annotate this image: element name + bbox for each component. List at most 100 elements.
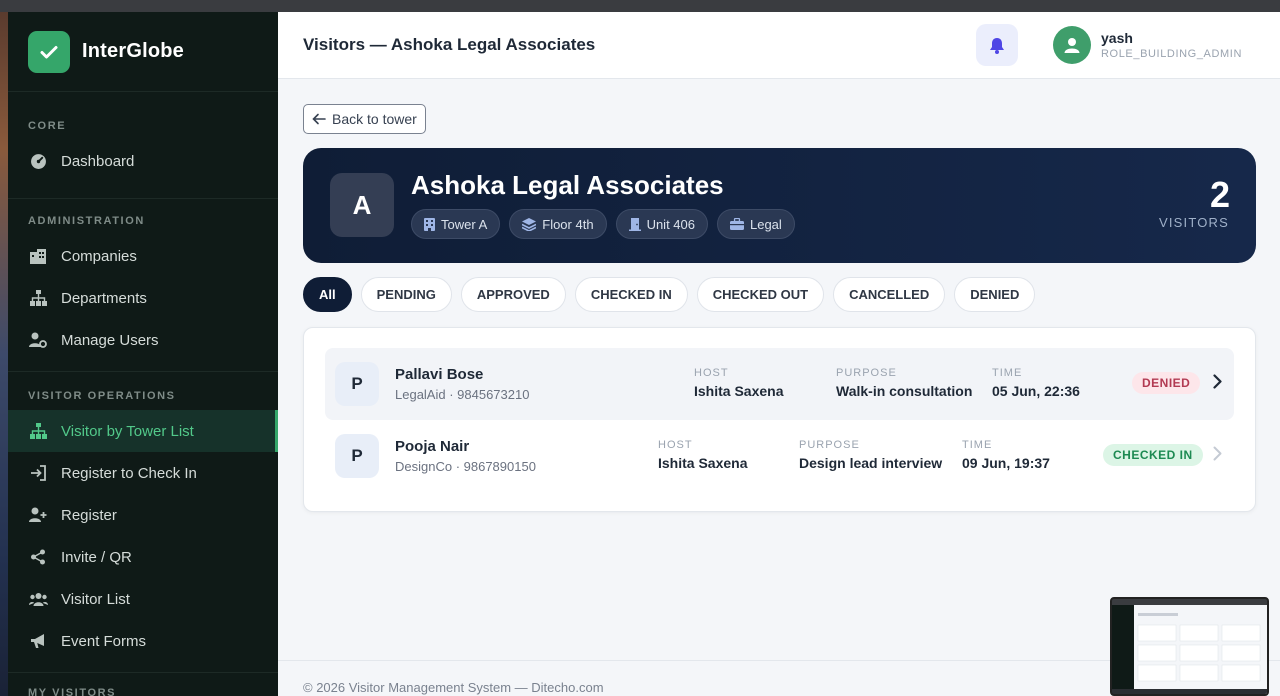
visitor-name: Pooja Nair — [395, 438, 470, 455]
section-title-core: CORE — [28, 120, 67, 132]
user-role: ROLE_BUILDING_ADMIN — [1101, 48, 1242, 60]
share-icon — [28, 547, 48, 567]
sidebar-divider — [8, 672, 278, 673]
chevron-right-icon[interactable] — [1213, 374, 1222, 389]
filter-pending[interactable]: PENDING — [360, 277, 452, 312]
host-value: Ishita Saxena — [694, 383, 784, 399]
footer-text: © 2026 Visitor Management System — Ditec… — [303, 680, 604, 695]
main-content: Visitors — Ashoka Legal Associates yash … — [278, 12, 1280, 696]
time-value: 05 Jun, 22:36 — [992, 383, 1080, 399]
sidebar-item-register-to-check-in[interactable]: Register to Check In — [8, 452, 278, 494]
visitor-list: P Pallavi Bose LegalAid · 9845673210 HOS… — [303, 327, 1256, 512]
chip-tower: Tower A — [411, 209, 501, 239]
door-icon — [628, 217, 641, 231]
sitemap-icon — [28, 421, 48, 441]
company-initial: A — [330, 173, 394, 237]
sidebar-item-invite-qr[interactable]: Invite / QR — [8, 536, 278, 578]
sidebar: InterGlobe CORE Dashboard ADMINISTRATION… — [8, 12, 278, 696]
status-badge: CHECKED IN — [1103, 444, 1203, 466]
bell-icon — [989, 37, 1005, 54]
building-icon — [28, 246, 48, 266]
sidebar-item-dashboard[interactable]: Dashboard — [8, 140, 278, 182]
building-icon — [424, 217, 435, 231]
user-plus-icon — [28, 505, 48, 525]
visitor-company-phone: DesignCo · 9867890150 — [395, 459, 536, 474]
sidebar-item-label: Visitor by Tower List — [61, 422, 194, 440]
visitor-count-label: VISITORS — [1158, 215, 1229, 230]
check-shield-icon — [28, 30, 70, 73]
visitor-company-phone: LegalAid · 9845673210 — [395, 387, 530, 402]
brand[interactable]: InterGlobe — [8, 12, 278, 92]
sidebar-item-label: Companies — [61, 247, 137, 265]
purpose-label: PURPOSE — [836, 367, 897, 379]
sidebar-divider — [8, 371, 278, 372]
status-filter-tabs: All PENDING APPROVED CHECKED IN CHECKED … — [303, 277, 1036, 312]
sidebar-item-companies[interactable]: Companies — [8, 235, 278, 277]
user-name[interactable]: yash — [1101, 30, 1133, 46]
back-button-label: Back to tower — [332, 111, 417, 127]
sidebar-divider — [8, 198, 278, 199]
sidebar-item-label: Event Forms — [61, 632, 147, 650]
notifications-button[interactable] — [976, 24, 1018, 66]
sidebar-item-label: Invite / QR — [61, 548, 132, 566]
chip-label: Legal — [749, 216, 782, 232]
time-value: 09 Jun, 19:37 — [962, 455, 1050, 471]
visitor-name: Pallavi Bose — [395, 366, 484, 383]
sidebar-item-event-forms[interactable]: Event Forms — [8, 620, 278, 662]
time-label: TIME — [992, 367, 1023, 379]
sidebar-item-manage-users[interactable]: Manage Users — [8, 319, 278, 361]
visitor-initial: P — [335, 434, 379, 478]
sign-in-icon — [28, 463, 48, 483]
list-item[interactable]: P Pooja Nair DesignCo · 9867890150 HOST … — [325, 420, 1234, 492]
company-banner: A Ashoka Legal Associates Tower A Floor … — [303, 148, 1256, 263]
chip-floor: Floor 4th — [509, 209, 607, 239]
back-to-tower-button[interactable]: Back to tower — [303, 104, 426, 134]
host-label: HOST — [658, 439, 693, 451]
status-badge: DENIED — [1132, 372, 1201, 394]
desktop-wallpaper — [0, 12, 8, 696]
section-title-administration: ADMINISTRATION — [28, 215, 145, 227]
user-gear-icon — [28, 330, 48, 350]
company-chips: Tower A Floor 4th Unit 406 Legal — [411, 209, 795, 239]
users-icon — [28, 589, 48, 609]
filter-checked-in[interactable]: CHECKED IN — [574, 277, 688, 312]
filter-approved[interactable]: APPROVED — [460, 277, 566, 312]
filter-denied[interactable]: DENIED — [954, 277, 1036, 312]
user-icon — [1064, 37, 1080, 54]
section-title-my-visitors: MY VISITORS — [28, 687, 117, 696]
sidebar-item-visitor-list[interactable]: Visitor List — [8, 578, 278, 620]
briefcase-icon — [729, 218, 744, 230]
sidebar-item-register[interactable]: Register — [8, 494, 278, 536]
page-title: Visitors — Ashoka Legal Associates — [303, 35, 596, 54]
visitor-count: 2 — [1209, 174, 1230, 215]
sidebar-item-label: Register — [61, 506, 117, 524]
layers-icon — [522, 217, 537, 231]
filter-checked-out[interactable]: CHECKED OUT — [696, 277, 825, 312]
sitemap-icon — [28, 288, 48, 308]
megaphone-icon — [28, 631, 48, 651]
top-bar: Visitors — Ashoka Legal Associates yash … — [278, 12, 1280, 79]
avatar[interactable] — [1053, 26, 1091, 64]
list-item[interactable]: P Pallavi Bose LegalAid · 9845673210 HOS… — [325, 348, 1234, 420]
sidebar-item-label: Register to Check In — [61, 464, 197, 482]
purpose-value: Walk-in consultation — [836, 383, 973, 399]
sidebar-item-label: Visitor List — [61, 590, 130, 608]
section-title-visitor-operations: VISITOR OPERATIONS — [28, 390, 176, 402]
host-value: Ishita Saxena — [658, 455, 748, 471]
sidebar-item-label: Manage Users — [61, 331, 159, 349]
purpose-value: Design lead interview — [799, 455, 943, 471]
sidebar-item-departments[interactable]: Departments — [8, 277, 278, 319]
arrow-left-icon — [312, 113, 326, 125]
sidebar-item-label: Dashboard — [61, 152, 135, 170]
chip-label: Tower A — [441, 216, 488, 232]
filter-all[interactable]: All — [303, 277, 352, 312]
purpose-label: PURPOSE — [799, 439, 860, 451]
screen-preview-thumbnail[interactable] — [1110, 597, 1269, 696]
chip-label: Floor 4th — [542, 216, 594, 232]
sidebar-item-visitor-by-tower-list[interactable]: Visitor by Tower List — [8, 410, 278, 452]
company-name: Ashoka Legal Associates — [411, 170, 724, 200]
sidebar-item-label: Departments — [61, 289, 147, 307]
gauge-icon — [28, 151, 48, 171]
chevron-right-icon[interactable] — [1213, 446, 1222, 461]
filter-cancelled[interactable]: CANCELLED — [833, 277, 946, 312]
